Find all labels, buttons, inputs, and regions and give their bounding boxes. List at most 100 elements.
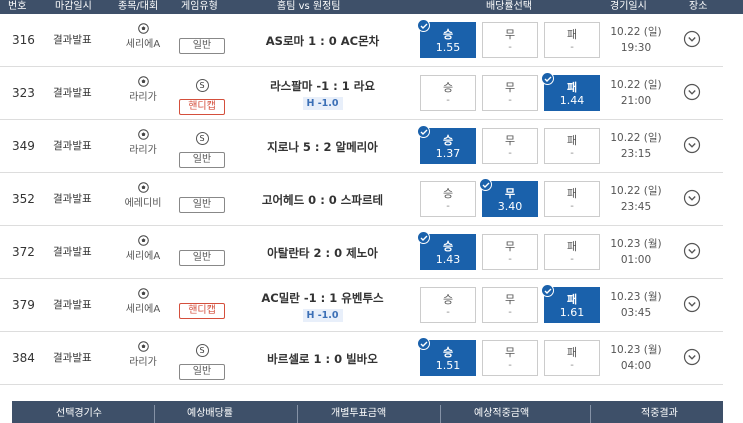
match-time: 19:30	[620, 42, 652, 54]
odds-label: 무	[504, 187, 516, 200]
odds-value: -	[446, 95, 450, 106]
chevron-down-circle-icon[interactable]	[683, 30, 701, 48]
odds-win-button[interactable]: 승 1.55	[417, 19, 476, 58]
odds-lose-button[interactable]: 패-	[544, 234, 600, 270]
header-match-time: 경기일시	[610, 1, 647, 12]
odds-win-button[interactable]: 승-	[420, 287, 476, 323]
deadline-status: 결과발표	[53, 140, 92, 152]
odds-draw-button[interactable]: 무-	[482, 22, 538, 58]
odds-label: 패	[566, 240, 578, 253]
check-icon	[417, 337, 430, 350]
league-name: 라리가	[129, 92, 157, 103]
odds-label: 승	[442, 346, 454, 359]
odds-label: 승	[442, 187, 454, 200]
odds-value: -	[508, 95, 512, 106]
check-icon	[417, 19, 430, 32]
chevron-down-circle-icon[interactable]	[683, 348, 701, 366]
match-number: 372	[12, 245, 35, 259]
odds-label: 승	[442, 293, 454, 306]
odds-lose-button[interactable]: 패 1.44	[541, 72, 600, 111]
game-type-badge: 일반	[179, 250, 225, 266]
match-datetime: 10.22 (일) 21:00	[604, 77, 668, 109]
odds-win-button[interactable]: 승 1.51	[417, 337, 476, 376]
match-score: 지로나 5 : 2 알메리아	[267, 140, 378, 154]
chevron-down-circle-icon[interactable]	[683, 189, 701, 207]
odds-draw-button[interactable]: 무-	[482, 287, 538, 323]
match-cell: 지로나 5 : 2 알메리아	[230, 139, 415, 155]
match-time: 04:00	[620, 360, 652, 372]
match-date: 10.22 (일)	[610, 79, 662, 91]
odds-lose-button[interactable]: 패-	[544, 22, 600, 58]
odds-win-button[interactable]: 승 1.37	[417, 125, 476, 164]
chevron-down-circle-icon[interactable]	[683, 136, 701, 154]
odds-lose-button[interactable]: 패-	[544, 340, 600, 376]
league-cell: 세리에A	[113, 235, 173, 262]
deadline-status: 결과발표	[53, 299, 92, 311]
match-time: 03:45	[620, 307, 652, 319]
match-datetime: 10.22 (일) 23:15	[604, 130, 668, 162]
league-cell: 라리가	[113, 76, 173, 103]
league-cell: 라리가	[113, 129, 173, 156]
game-type-cell: S 핸디캡	[178, 79, 226, 115]
match-score: 라스팔마 -1 : 1 라요	[270, 79, 375, 93]
odds-draw-button[interactable]: 무-	[482, 340, 538, 376]
odds-value: 3.40	[497, 200, 523, 213]
match-datetime: 10.23 (월) 03:45	[604, 289, 668, 321]
odds-label: 패	[566, 187, 578, 200]
odds-value: -	[508, 254, 512, 265]
odds-value: -	[508, 148, 512, 159]
game-type-badge: 일반	[179, 197, 225, 213]
match-number: 316	[12, 33, 35, 47]
match-cell: 바르셀로 1 : 0 빌바오	[230, 351, 415, 367]
game-type-cell: 일반	[178, 192, 226, 213]
odds-win-button[interactable]: 승-	[420, 181, 476, 217]
game-type-badge: 핸디캡	[179, 303, 225, 319]
odds-draw-button[interactable]: 무 3.40	[479, 178, 538, 217]
match-time: 23:45	[620, 201, 652, 213]
deadline-status: 결과발표	[53, 193, 92, 205]
header-no: 번호	[8, 1, 27, 12]
deadline-status: 결과발표	[53, 87, 92, 99]
game-type-cell: 핸디캡	[178, 298, 226, 319]
odds-label: 패	[566, 293, 578, 306]
chevron-down-circle-icon[interactable]	[683, 295, 701, 313]
game-type-cell: S 일반	[178, 344, 226, 380]
odds-label: 패	[566, 134, 578, 147]
league-cell: 세리에A	[113, 288, 173, 315]
game-type-cell: S 일반	[178, 132, 226, 168]
odds-win-button[interactable]: 승-	[420, 75, 476, 111]
chevron-down-circle-icon[interactable]	[683, 83, 701, 101]
match-datetime: 10.22 (일) 19:30	[604, 24, 668, 56]
deadline-status: 결과발표	[53, 246, 92, 258]
table-row: 323 결과발표 라리가 S 핸디캡 라스팔마 -1 : 1 라요 H -1.0 승 - 무 - 패 1…	[0, 67, 723, 120]
match-datetime: 10.22 (일) 23:45	[604, 183, 668, 215]
odds-value: -	[446, 201, 450, 212]
special-s-icon: S	[195, 132, 209, 145]
game-type-badge: 일반	[179, 152, 225, 168]
match-time: 01:00	[620, 254, 652, 266]
handicap-line: H -1.0	[302, 97, 343, 110]
odds-lose-button[interactable]: 패-	[544, 181, 600, 217]
league-name: 라리가	[129, 357, 157, 368]
odds-value: 1.51	[435, 359, 461, 372]
odds-lose-button[interactable]: 패 1.61	[541, 284, 600, 323]
odds-draw-button[interactable]: 무-	[482, 234, 538, 270]
match-score: 아탈란타 2 : 0 제노아	[267, 246, 378, 260]
check-icon	[417, 231, 430, 244]
match-date: 10.22 (일)	[610, 26, 662, 38]
league-name: 에레디비	[124, 198, 162, 209]
odds-lose-button[interactable]: 패-	[544, 128, 600, 164]
chevron-down-circle-icon[interactable]	[683, 242, 701, 260]
league-cell: 에레디비	[113, 182, 173, 209]
odds-draw-button[interactable]: 무-	[482, 128, 538, 164]
match-score: 고어헤드 0 : 0 스파르테	[261, 193, 384, 207]
table-row: 372 결과발표 세리에A 일반 아탈란타 2 : 0 제노아 승 1.43 무 - 패 -10.2…	[0, 226, 723, 279]
match-score: AC밀란 -1 : 1 유벤투스	[261, 291, 384, 305]
odds-win-button[interactable]: 승 1.43	[417, 231, 476, 270]
soccer-ball-icon	[137, 341, 149, 352]
odds-draw-button[interactable]: 무-	[482, 75, 538, 111]
table-row: 384 결과발표 라리가 S 일반 바르셀로 1 : 0 빌바오 승 1.51 무 - 패 -10.2…	[0, 332, 723, 385]
odds-label: 승	[442, 28, 454, 41]
game-type-badge: 일반	[179, 38, 225, 54]
header-game-type: 게임유형	[181, 1, 218, 12]
